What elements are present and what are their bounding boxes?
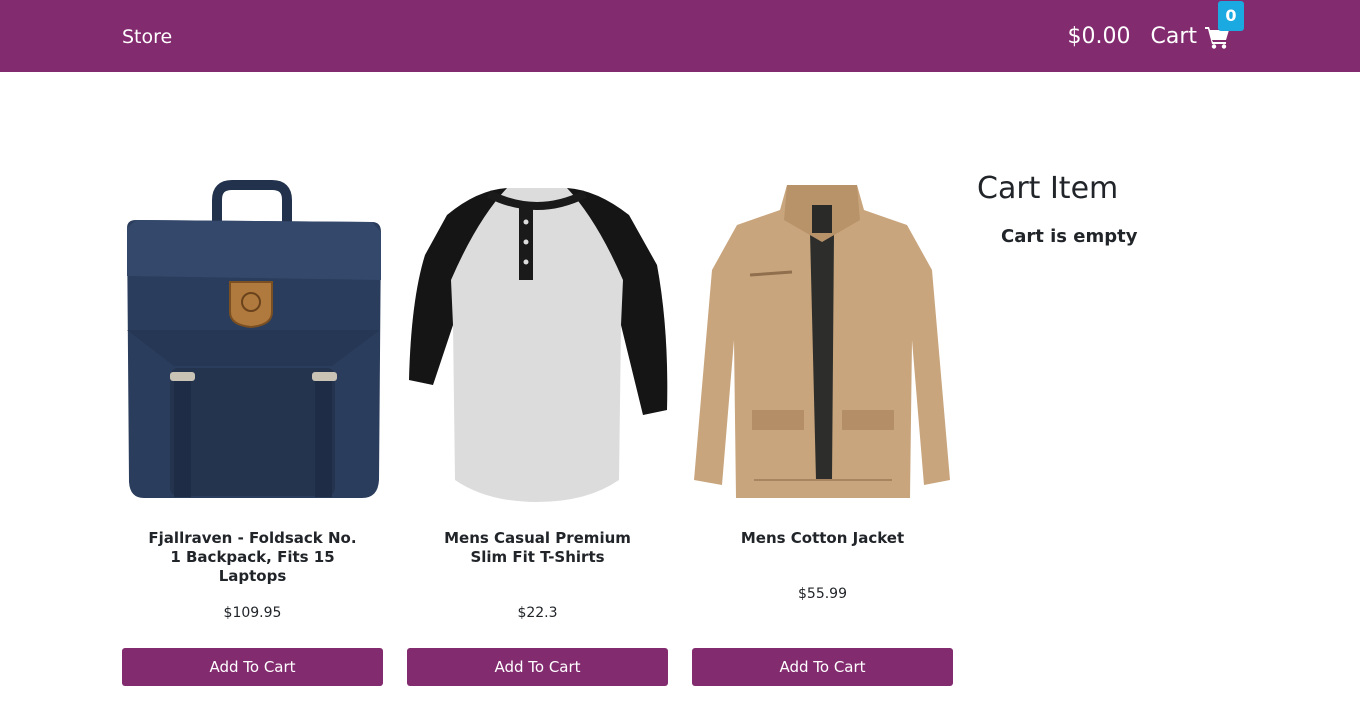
nav-right: $0.00 Cart 0 <box>1067 1 1244 52</box>
cart-label: Cart <box>1150 24 1197 49</box>
product-card-jacket: Mens Cotton Jacket $55.99 Add To Cart <box>692 180 953 686</box>
backpack-image <box>122 180 383 505</box>
add-to-cart-button[interactable]: Add To Cart <box>407 648 668 686</box>
add-to-cart-button[interactable]: Add To Cart <box>122 648 383 686</box>
product-price: $55.99 <box>798 586 847 602</box>
cart-heading: Cart Item <box>977 171 1119 206</box>
product-card-backpack: Fjallraven - Foldsack No. 1 Backpack, Fi… <box>122 180 383 686</box>
product-title: Mens Cotton Jacket <box>740 529 905 547</box>
store-brand-link[interactable]: Store <box>122 24 172 50</box>
cart-total: $0.00 <box>1067 24 1131 49</box>
cart-panel: Cart Item Cart is empty <box>977 170 1277 250</box>
cart-count-badge: 0 <box>1218 1 1244 31</box>
cart-empty-message: Cart is empty <box>1001 226 1138 247</box>
product-card-tshirt: Mens Casual Premium Slim Fit T-Shirts $2… <box>407 180 668 686</box>
khaki-jacket-image <box>692 180 953 505</box>
raglan-tshirt-image <box>407 180 668 505</box>
product-price: $22.3 <box>517 605 558 621</box>
product-price: $109.95 <box>223 605 282 621</box>
product-title: Mens Casual Premium Slim Fit T-Shirts <box>444 529 631 566</box>
product-title: Fjallraven - Foldsack No. 1 Backpack, Fi… <box>148 529 357 585</box>
navbar: Store $0.00 Cart 0 <box>0 0 1360 72</box>
add-to-cart-button[interactable]: Add To Cart <box>692 648 953 686</box>
cart-button[interactable]: Cart 0 <box>1150 1 1244 52</box>
